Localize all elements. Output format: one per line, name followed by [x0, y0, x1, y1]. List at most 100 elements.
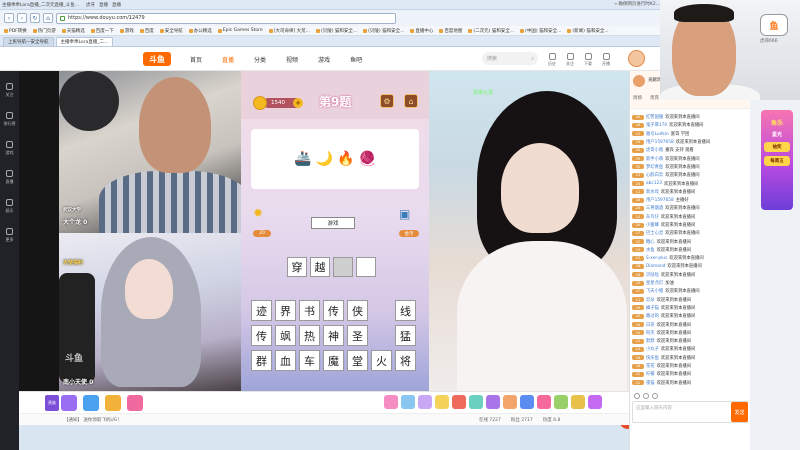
chat-username[interactable]: 花花	[646, 363, 655, 369]
chat-message[interactable]: 10 阿杰 欢迎来到本直播间	[632, 329, 750, 337]
nav-category[interactable]: 分类	[254, 55, 266, 64]
notice-text[interactable]: 【通知】 送你领取飞机UG！	[64, 417, 122, 423]
chat-message[interactable]: 16 鬼子厚170 欢迎来到本直播间	[632, 121, 750, 129]
chat-message[interactable]: 27 飞天小猪 欢迎来到本直播间	[632, 287, 750, 295]
home-game-button[interactable]: ⌂	[404, 94, 418, 108]
character-tile[interactable]: 界	[275, 300, 296, 321]
nav-game[interactable]: 游戏	[318, 55, 330, 64]
chat-username[interactable]: 心醉白云	[646, 172, 663, 178]
douyu-logo[interactable]: 斗鱼	[143, 52, 171, 66]
chat-username[interactable]: 快乐鱼	[646, 355, 659, 361]
bookmark-item[interactable]: (贝陵) 猫和安全...	[363, 28, 404, 34]
gift-small-icon[interactable]	[643, 393, 649, 399]
character-tile[interactable]: 飒	[275, 325, 296, 346]
chat-username[interactable]: 雅号Ludkin	[646, 131, 669, 137]
tab-vip[interactable]: 贵宾	[650, 95, 659, 101]
bookmark-item[interactable]: 办公精选	[188, 28, 212, 34]
gift-icon[interactable]	[61, 395, 77, 411]
character-tile[interactable]: 传	[251, 325, 272, 346]
chat-message[interactable]: 10 虎哥小观 嘉宾 支持 观看	[632, 146, 750, 154]
chat-message[interactable]: 23 用户1597658 欢迎来到本直播间	[632, 138, 750, 146]
character-tile[interactable]: 猛	[395, 325, 416, 346]
chat-message[interactable]: 15 星星点灯 加油	[632, 279, 750, 287]
answer-slot[interactable]: 越	[310, 257, 330, 277]
sidebar-item[interactable]: 游戏	[6, 141, 14, 156]
nav-fishbar[interactable]: 鱼吧	[350, 55, 362, 64]
character-tile[interactable]: 火	[371, 350, 392, 371]
gift-icon[interactable]	[469, 395, 483, 409]
gift-icon[interactable]	[503, 395, 517, 409]
chat-message[interactable]: 12 水鱼 欢迎来到本直播间	[632, 246, 750, 254]
chat-message[interactable]: 14 小丸子 欢迎来到本直播间	[632, 345, 750, 353]
chat-username[interactable]: 白茶	[646, 322, 655, 328]
chat-message[interactable]: 19 橘子猫 欢迎来到本直播间	[632, 304, 750, 312]
address-bar[interactable]: https://www.douyu.com/12479	[56, 12, 396, 24]
bookmark-item[interactable]: 热门页游	[32, 28, 56, 34]
chat-message[interactable]: 30 红警国服 欢迎来到本直播间	[632, 113, 750, 121]
gift-icon[interactable]	[401, 395, 415, 409]
more-icon[interactable]	[652, 393, 658, 399]
refresh-button[interactable]: ↻	[30, 13, 40, 23]
character-tile[interactable]: 神	[323, 325, 344, 346]
title-tab[interactable]: 虎牙	[86, 2, 95, 8]
chat-message[interactable]: 18 用户1597658 主播好	[632, 196, 750, 204]
chat-username[interactable]: 飞天小猪	[646, 288, 663, 294]
gift-icon[interactable]	[83, 395, 99, 411]
chat-username[interactable]: 夜猫	[646, 380, 655, 386]
bookmark-item[interactable]: 安全导航	[159, 28, 183, 34]
send-button[interactable]: 发送	[731, 402, 748, 422]
bookmark-item[interactable]: 百度	[139, 28, 154, 34]
chat-message[interactable]: 16 快乐鱼 欢迎来到本直播间	[632, 354, 750, 362]
page-tab-2[interactable]: 主播乖乖Lora直播_二...	[55, 37, 114, 46]
chat-username[interactable]: 路过的	[646, 313, 659, 319]
top-fan-avatar[interactable]	[633, 75, 645, 87]
tab-week-rank[interactable]: 周榜	[633, 95, 642, 101]
chat-message[interactable]: 12 夜猫 欢迎来到本直播间	[632, 379, 750, 387]
history-button[interactable]: 历史	[548, 53, 556, 67]
bookmark-item[interactable]: [大司命律] 大荒...	[268, 28, 310, 34]
search-input[interactable]: 搜索 ⌕	[482, 52, 538, 65]
chat-message[interactable]: 17 巴士心灵 欢迎来到本直播间	[632, 229, 750, 237]
gift-icon[interactable]	[418, 395, 432, 409]
chat-message[interactable]: 19 新手小萌 欢迎来到本直播间	[632, 154, 750, 162]
chat-username[interactable]: 新手小萌	[646, 156, 663, 162]
user-avatar[interactable]	[628, 50, 645, 67]
bookmark-item[interactable]: PDF转换	[4, 28, 27, 34]
chat-username[interactable]: 虎哥小观	[646, 147, 663, 153]
character-tile[interactable]: 书	[299, 300, 320, 321]
sidebar-item[interactable]: 直播	[6, 170, 14, 185]
gift-icon[interactable]	[384, 395, 398, 409]
title-tab[interactable]: 直播	[112, 2, 121, 8]
noble-tag[interactable]: 贵族	[45, 395, 59, 411]
chat-message[interactable]: 28 Diamond 欢迎来到本直播间	[632, 262, 750, 270]
bookmark-item[interactable]: (中国) 猫和安全...	[520, 28, 561, 34]
video-player[interactable]: 大个龙 0 武汉大学 斗鱼 南小天使 0 天使福利 1540 + 第9题 ⚙ ⌂…	[19, 71, 637, 429]
nav-video[interactable]: 视频	[286, 55, 298, 64]
chat-message[interactable]: 25 三男烟酒 欢迎来到本直播间	[632, 204, 750, 212]
start-live-button[interactable]: 开播	[602, 53, 610, 67]
download-button[interactable]: 下载	[584, 53, 592, 67]
character-tile[interactable]: 血	[275, 350, 296, 371]
chat-message[interactable]: 13 S-xer-plus 欢迎来到本直播间	[632, 254, 750, 262]
chat-username[interactable]: 橘子猫	[646, 305, 659, 311]
chat-username[interactable]: S-xer-plus	[646, 256, 667, 261]
chat-username[interactable]: 默默	[646, 338, 655, 344]
bookmark-item[interactable]: 百度地图	[439, 28, 462, 34]
chat-message[interactable]: 30 梦幻青鱼 欢迎来到本直播间	[632, 163, 750, 171]
back-button[interactable]: ‹	[4, 13, 14, 23]
chat-list[interactable]: 30 红警国服 欢迎来到本直播间 16 鬼子厚170 欢迎来到本直播间 12 雅号Ludkin…	[632, 113, 750, 393]
chat-username[interactable]: 新水母	[646, 189, 659, 195]
follow-button[interactable]: 关注	[566, 53, 574, 67]
character-tile[interactable]: 群	[251, 350, 272, 371]
chat-username[interactable]: 红警国服	[646, 114, 663, 120]
chat-username[interactable]: 云朵	[646, 297, 655, 303]
sidebar-item[interactable]: 关注	[6, 83, 14, 98]
emoji-icon[interactable]	[634, 393, 640, 399]
chat-username[interactable]: 糖心	[646, 239, 655, 245]
gift-icon[interactable]	[588, 395, 602, 409]
bookmark-item[interactable]: 直播中心	[410, 28, 433, 34]
chat-username[interactable]: 小丸子	[646, 346, 659, 352]
chat-message[interactable]: 11 新水母 欢迎来到本直播间	[632, 188, 750, 196]
nav-home[interactable]: 首页	[190, 55, 202, 64]
answer-slot[interactable]	[356, 257, 376, 277]
